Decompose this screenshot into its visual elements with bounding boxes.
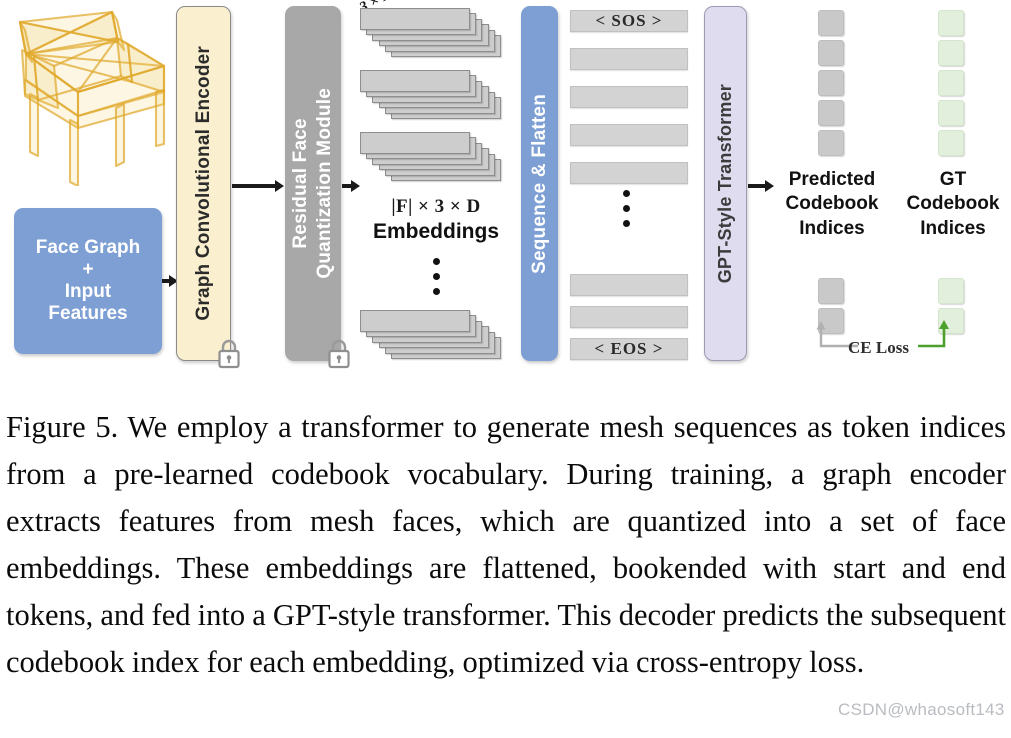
predicted-caption-line-1: Predicted [788, 169, 876, 190]
quantization-label-line1: Residual Face [290, 118, 312, 249]
graph-encoder-label: Graph Convolutional Encoder [192, 46, 214, 321]
gt-index-cell [938, 278, 964, 304]
token-box [570, 162, 688, 184]
gpt-label: GPT-Style Transformer [715, 83, 736, 284]
predicted-index-cell [818, 40, 844, 66]
predicted-caption-line-3: Indices [799, 217, 865, 239]
embedding-stack [360, 70, 508, 122]
embedding-card [360, 310, 470, 332]
token-box [570, 48, 688, 70]
embedding-shape-label: |F| × 3 × D [391, 196, 481, 217]
lock-closed-icon-quantizer [328, 339, 350, 369]
token-sos: < SOS > [570, 10, 688, 32]
predicted-index-cell [818, 70, 844, 96]
wireframe-chair-mesh-icon [18, 10, 166, 186]
gpt-style-transformer-block: GPT-Style Transformer [704, 6, 747, 361]
embedding-ellipsis [430, 258, 442, 303]
token-eos: < EOS > [570, 338, 688, 360]
lock-closed-icon-encoder [218, 339, 240, 369]
gt-index-cell [938, 70, 964, 96]
quantization-label-line2: Quantization Module [314, 88, 335, 279]
figure-caption: Figure 5. We employ a transformer to gen… [6, 410, 1006, 679]
token-box [570, 274, 688, 296]
arrow-right-icon-encoder-to-quantizer [232, 179, 284, 193]
embedding-stack [360, 310, 508, 362]
graph-convolutional-encoder-block: Graph Convolutional Encoder [176, 6, 231, 361]
predicted-index-cell [818, 10, 844, 36]
token-ellipsis [620, 190, 632, 235]
token-box [570, 86, 688, 108]
embedding-card [360, 70, 470, 92]
quantization-label: Residual Face Quantization Module [289, 88, 337, 279]
input-line-1: Face Graph [35, 237, 141, 259]
predicted-index-cell [818, 130, 844, 156]
residual-face-quantization-block: Residual Face Quantization Module [285, 6, 341, 361]
gt-caption-line-2: Codebook [906, 193, 1000, 215]
input-line-4: Features [48, 302, 128, 324]
embedding-stack [360, 8, 508, 60]
sequence-flatten-label: Sequence & Flatten [528, 93, 550, 274]
input-line-3: Input [64, 281, 112, 302]
embeddings-label: Embeddings [372, 220, 499, 243]
arrow-right-icon-quantizer-to-embeddings [342, 179, 360, 193]
predicted-index-cell [818, 100, 844, 126]
pipeline-diagram: Face Graph + Input Features Graph Convol… [0, 0, 1011, 392]
gt-caption-line-3: Indices [920, 217, 986, 239]
watermark: CSDN@whaosoft143 [838, 700, 1005, 719]
token-box [570, 124, 688, 146]
sequence-flatten-block: Sequence & Flatten [521, 6, 558, 361]
ce-loss-label: CE Loss [848, 338, 909, 357]
token-box [570, 306, 688, 328]
gt-index-cell [938, 100, 964, 126]
embedding-card [360, 8, 470, 30]
figure-page: Face Graph + Input Features Graph Convol… [0, 0, 1011, 738]
gt-index-cell [938, 10, 964, 36]
embedding-stack [360, 132, 508, 184]
gt-indices-caption: GT Codebook Indices [896, 168, 1010, 241]
gt-index-cell [938, 130, 964, 156]
predicted-index-cell [818, 278, 844, 304]
input-block: Face Graph + Input Features [14, 208, 162, 354]
gt-caption-line-1: GT [939, 169, 967, 190]
predicted-indices-caption: Predicted Codebook Indices [768, 168, 896, 241]
gt-index-cell [938, 40, 964, 66]
embedding-card [360, 132, 470, 154]
predicted-caption-line-2: Codebook [785, 193, 879, 215]
input-line-2: + [82, 259, 94, 281]
